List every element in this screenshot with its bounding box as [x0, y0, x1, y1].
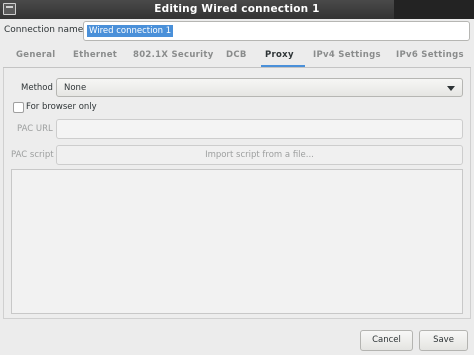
- tab-ipv6-settings[interactable]: IPv6 Settings: [396, 50, 464, 60]
- browser-only-checkbox[interactable]: [13, 102, 24, 113]
- tab-ethernet[interactable]: Ethernet: [73, 50, 117, 60]
- tab-proxy[interactable]: Proxy: [265, 50, 294, 60]
- tab-general[interactable]: General: [16, 50, 56, 60]
- cancel-button[interactable]: Cancel: [360, 330, 413, 351]
- connection-name-value: Wired connection 1: [87, 25, 174, 37]
- method-value: None: [64, 83, 87, 93]
- connection-name-input[interactable]: Wired connection 1: [83, 21, 470, 41]
- tab-8021x-security[interactable]: 802.1X Security: [133, 50, 214, 60]
- window-controls[interactable]: [394, 0, 474, 19]
- tab-bar: General Ethernet 802.1X Security DCB Pro…: [3, 46, 471, 68]
- tab-ipv4-settings[interactable]: IPv4 Settings: [313, 50, 381, 60]
- pac-script-textarea[interactable]: [11, 169, 463, 314]
- title-bar: Editing Wired connection 1: [0, 0, 474, 19]
- active-tab-indicator: [261, 65, 305, 67]
- connection-name-label: Connection name: [4, 25, 84, 35]
- pac-url-label: PAC URL: [17, 124, 53, 134]
- browser-only-label: For browser only: [26, 102, 97, 112]
- pac-script-label: PAC script: [11, 150, 54, 160]
- pac-url-input[interactable]: [56, 119, 463, 139]
- import-script-button[interactable]: Import script from a file...: [56, 145, 463, 165]
- save-button[interactable]: Save: [419, 330, 468, 351]
- method-dropdown[interactable]: None: [56, 78, 463, 97]
- tab-dcb[interactable]: DCB: [226, 50, 247, 60]
- method-label: Method: [21, 83, 53, 93]
- browser-only-option[interactable]: For browser only: [9, 100, 97, 115]
- chevron-down-icon: [447, 86, 455, 91]
